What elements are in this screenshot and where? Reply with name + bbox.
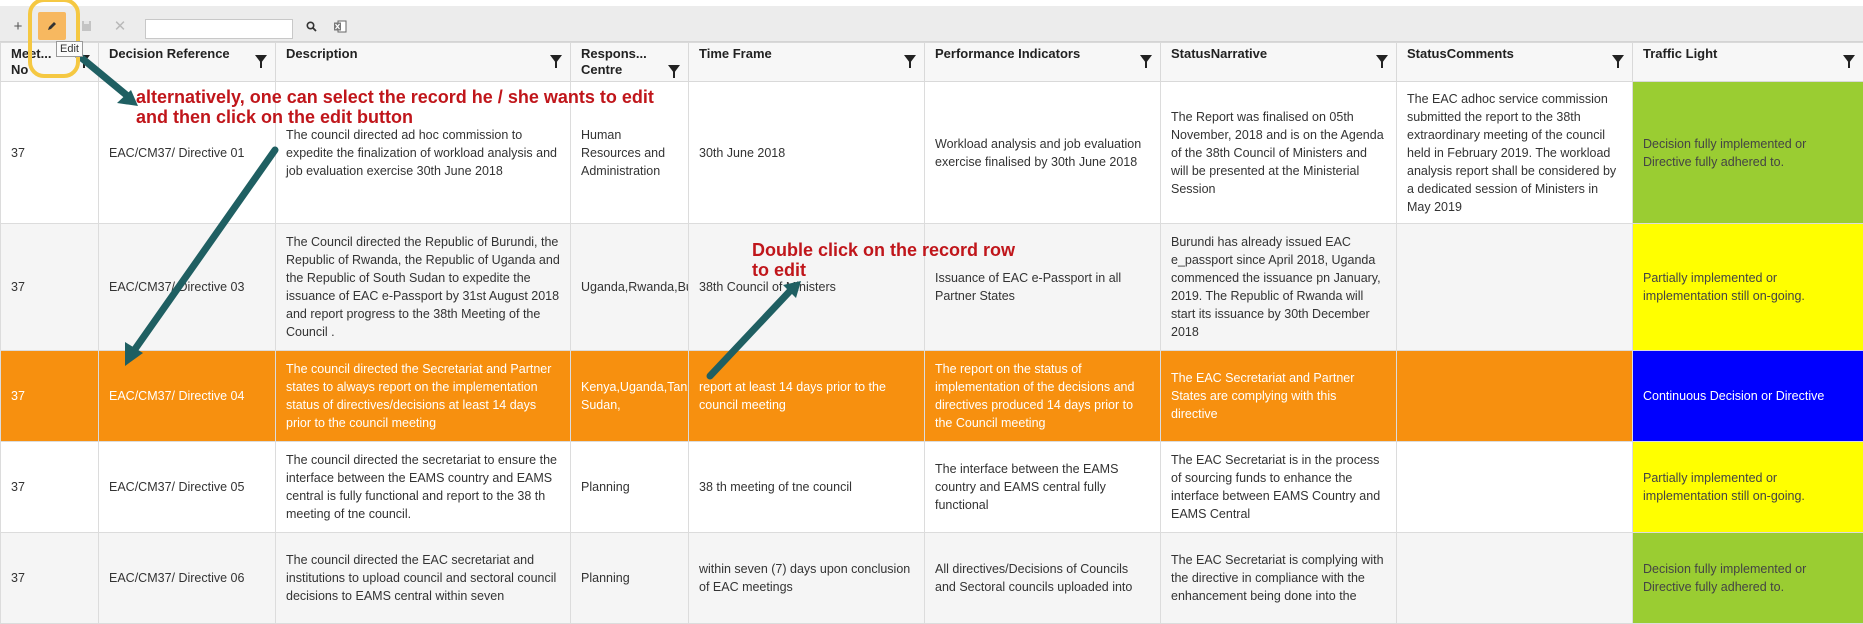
filter-icon[interactable] <box>550 55 562 63</box>
cell-status-comments[interactable]: The EAC adhoc service commission submitt… <box>1397 82 1633 224</box>
cell-time-frame[interactable]: within seven (7) days upon conclusion of… <box>689 533 925 624</box>
column-header-status-narrative[interactable]: StatusNarrative <box>1161 43 1397 82</box>
cell-responsible-centre[interactable]: Planning <box>571 442 689 533</box>
search-icon-glyph <box>306 21 317 32</box>
cell-performance-indicators[interactable]: The interface between the EAMS country a… <box>925 442 1161 533</box>
column-header-label: Description <box>286 46 358 61</box>
column-header-label: Decision Reference <box>109 46 230 61</box>
column-header-label: StatusNarrative <box>1171 46 1267 61</box>
filter-icon[interactable] <box>1612 55 1624 63</box>
column-header-label: Performance Indicators <box>935 46 1080 61</box>
cell-traffic-light[interactable]: Partially implemented or implementation … <box>1633 442 1863 533</box>
edit-button-highlight <box>28 0 80 78</box>
filter-icon[interactable] <box>1376 55 1388 63</box>
grid-header-row: Meet... No Decision Reference Descriptio… <box>1 43 1863 82</box>
search-input[interactable] <box>145 19 293 39</box>
cell-time-frame[interactable]: 30th June 2018 <box>689 82 925 224</box>
cell-time-frame[interactable]: 38 th meeting of tne council <box>689 442 925 533</box>
column-header-status-comments[interactable]: StatusComments <box>1397 43 1633 82</box>
cell-meeting-no[interactable]: 37 <box>1 224 99 351</box>
cell-decision-reference[interactable]: EAC/CM37/ Directive 04 <box>99 351 276 442</box>
filter-icon[interactable] <box>1140 55 1152 63</box>
cell-meeting-no[interactable]: 37 <box>1 533 99 624</box>
filter-icon[interactable] <box>255 55 267 63</box>
save-icon-glyph <box>81 20 92 32</box>
column-header-label: Traffic Light <box>1643 46 1717 61</box>
excel-icon-glyph <box>333 20 347 33</box>
cell-description[interactable]: The council directed the Secretariat and… <box>276 351 571 442</box>
cell-responsible-centre[interactable]: Uganda,Rwanda,Bu <box>571 224 689 351</box>
column-header-performance-indicators[interactable]: Performance Indicators <box>925 43 1161 82</box>
cell-status-comments[interactable] <box>1397 351 1633 442</box>
double-click-hint-annotation: Double click on the record row to edit <box>752 240 1022 280</box>
column-header-label: Time Frame <box>699 46 772 61</box>
column-header-description[interactable]: Description <box>276 43 571 82</box>
decisions-grid: Meet... No Decision Reference Descriptio… <box>0 42 1863 624</box>
cell-decision-reference[interactable]: EAC/CM37/ Directive 03 <box>99 224 276 351</box>
cell-meeting-no[interactable]: 37 <box>1 351 99 442</box>
cell-meeting-no[interactable]: 37 <box>1 442 99 533</box>
cell-traffic-light[interactable]: Partially implemented or implementation … <box>1633 224 1863 351</box>
cell-performance-indicators[interactable]: All directives/Decisions of Councils and… <box>925 533 1161 624</box>
cell-status-narrative[interactable]: Burundi has already issued EAC e_passpor… <box>1161 224 1397 351</box>
edit-hint-annotation: alternatively, one can select the record… <box>136 87 656 127</box>
table-row[interactable]: 37 EAC/CM37/ Directive 05 The council di… <box>1 442 1863 533</box>
cell-status-narrative[interactable]: The EAC Secretariat and Partner States a… <box>1161 351 1397 442</box>
cell-description[interactable]: The council directed the EAC secretariat… <box>276 533 571 624</box>
search-icon[interactable] <box>297 12 325 40</box>
column-header-traffic-light[interactable]: Traffic Light <box>1633 43 1863 82</box>
column-header-responsible-centre[interactable]: Respons... Centre <box>571 43 689 82</box>
excel-icon[interactable] <box>326 12 354 40</box>
cell-status-narrative[interactable]: The Report was finalised on 05th Novembe… <box>1161 82 1397 224</box>
cell-description[interactable]: The council directed the secretariat to … <box>276 442 571 533</box>
cell-responsible-centre[interactable]: Kenya,Uganda,Tanz Sudan, <box>571 351 689 442</box>
cell-decision-reference[interactable]: EAC/CM37/ Directive 06 <box>99 533 276 624</box>
cell-status-comments[interactable] <box>1397 224 1633 351</box>
cell-performance-indicators[interactable]: Workload analysis and job evaluation exe… <box>925 82 1161 224</box>
toolbar: + ✕ <box>0 0 1863 42</box>
cell-traffic-light[interactable]: Continuous Decision or Directive <box>1633 351 1863 442</box>
column-header-label: StatusComments <box>1407 46 1514 61</box>
filter-icon[interactable] <box>1843 55 1855 63</box>
filter-icon[interactable] <box>904 55 916 63</box>
column-header-time-frame[interactable]: Time Frame <box>689 43 925 82</box>
close-icon[interactable]: ✕ <box>106 12 134 40</box>
cell-traffic-light[interactable]: Decision fully implemented or Directive … <box>1633 533 1863 624</box>
cell-time-frame[interactable]: report at least 14 days prior to the cou… <box>689 351 925 442</box>
cell-description[interactable]: The Council directed the Republic of Bur… <box>276 224 571 351</box>
table-row-selected[interactable]: 37 EAC/CM37/ Directive 04 The council di… <box>1 351 1863 442</box>
edit-tooltip: Edit <box>56 41 83 57</box>
column-header-label: Respons... Centre <box>581 46 647 77</box>
cell-status-comments[interactable] <box>1397 442 1633 533</box>
filter-icon[interactable] <box>668 65 680 73</box>
cell-responsible-centre[interactable]: Planning <box>571 533 689 624</box>
cell-performance-indicators[interactable]: The report on the status of implementati… <box>925 351 1161 442</box>
cell-traffic-light[interactable]: Decision fully implemented or Directive … <box>1633 82 1863 224</box>
cell-status-narrative[interactable]: The EAC Secretariat is in the process of… <box>1161 442 1397 533</box>
cell-status-comments[interactable] <box>1397 533 1633 624</box>
column-header-decision-reference[interactable]: Decision Reference <box>99 43 276 82</box>
cell-decision-reference[interactable]: EAC/CM37/ Directive 05 <box>99 442 276 533</box>
cell-status-narrative[interactable]: The EAC Secretariat is complying with th… <box>1161 533 1397 624</box>
table-row[interactable]: 37 EAC/CM37/ Directive 06 The council di… <box>1 533 1863 624</box>
cell-meeting-no[interactable]: 37 <box>1 82 99 224</box>
